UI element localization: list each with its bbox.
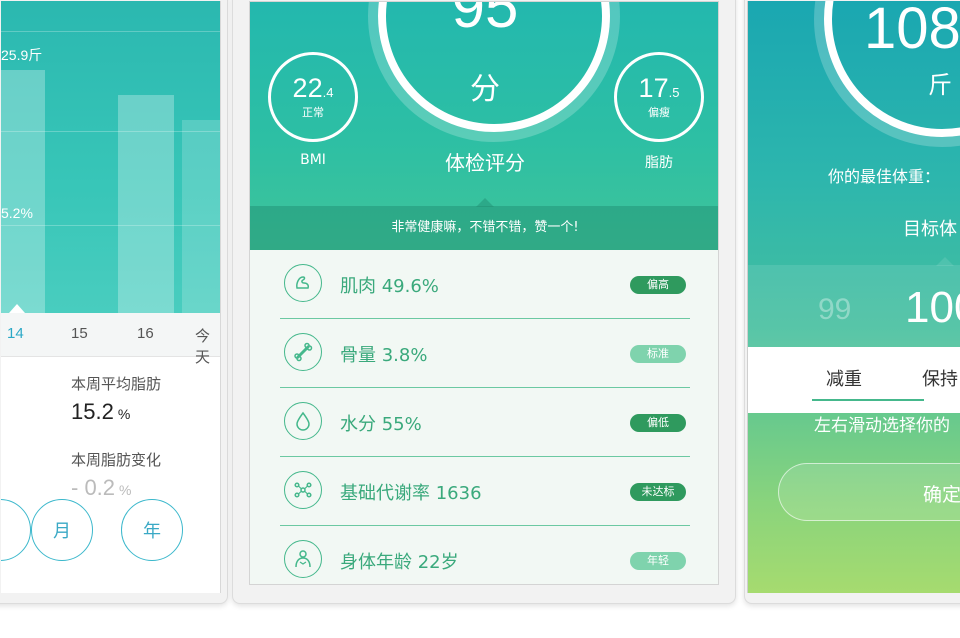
metric-row[interactable]: 身体年龄 22岁 年轻 xyxy=(280,526,690,584)
fat-change-label: 本周脂肪变化 xyxy=(71,451,162,469)
water-drop-icon xyxy=(284,402,322,440)
chart-bar[interactable] xyxy=(182,120,220,313)
confirm-button-label: 确定 xyxy=(923,484,960,506)
metric-text: 肌肉 49.6% xyxy=(340,276,439,297)
chart-percent-label: 5.2% xyxy=(1,205,33,221)
fat-int: 17 xyxy=(638,73,669,103)
metric-row[interactable]: 骨量 3.8% 标准 xyxy=(280,319,690,388)
bmi-ring[interactable]: 22.4 正常 xyxy=(268,52,358,142)
metric-badge: 标准 xyxy=(630,345,686,363)
avg-fat-value: 15.2% xyxy=(71,399,130,425)
metric-badge: 偏低 xyxy=(630,414,686,432)
bmi-status: 正常 xyxy=(302,106,324,119)
metric-row[interactable]: 基础代谢率 1636 未达标 xyxy=(280,457,690,526)
fat-status: 偏瘦 xyxy=(648,106,670,119)
chart-bar[interactable] xyxy=(1,70,45,313)
avg-fat-label: 本周平均脂肪 xyxy=(71,375,162,393)
fat-trend-screen: 25.9斤 5.2% 14 15 16 今天 本周平均脂肪 15.2% 本周脂肪… xyxy=(1,1,221,593)
body-check-screen: 95 分 22.4 正常 BMI 17.5 偏瘦 脂肪 体检评分 非常健康嘛，不… xyxy=(249,1,719,585)
app-showcase: 25.9斤 5.2% 14 15 16 今天 本周平均脂肪 15.2% 本周脂肪… xyxy=(0,0,960,638)
metric-text: 水分 55% xyxy=(340,414,422,435)
scale-value-selected: 100 xyxy=(905,283,960,332)
day-tab[interactable]: 今天 xyxy=(195,325,220,367)
metric-badge: 偏高 xyxy=(630,276,686,294)
bone-icon xyxy=(284,333,322,371)
selected-day-pointer xyxy=(9,304,25,313)
bmi-int: 22 xyxy=(292,73,323,103)
muscle-icon xyxy=(284,264,322,302)
fat-value: 17.5 xyxy=(617,73,701,104)
target-weight-label: 目标体 xyxy=(903,219,957,240)
day-axis: 14 15 16 今天 xyxy=(1,313,220,366)
fat-ring[interactable]: 17.5 偏瘦 xyxy=(614,52,704,142)
fat-change-value: - 0.2% xyxy=(71,475,131,501)
avg-fat-number: 15.2 xyxy=(71,399,114,424)
metric-row[interactable]: 肌肉 49.6% 偏高 xyxy=(280,250,690,319)
period-button-year[interactable]: 年 xyxy=(121,499,183,561)
tab-lose-weight[interactable]: 减重 xyxy=(826,365,862,391)
fat-decimal: .5 xyxy=(668,85,680,100)
left-phone-frame: 25.9斤 5.2% 14 15 16 今天 本周平均脂肪 15.2% 本周脂肪… xyxy=(0,0,228,604)
metric-text: 身体年龄 22岁 xyxy=(340,552,459,573)
scale-value-faint: 99 xyxy=(818,293,852,326)
goal-tabs: 减重 保持 xyxy=(748,347,960,413)
day-tab-active[interactable]: 14 xyxy=(7,325,24,342)
weight-value: 108 xyxy=(864,1,960,61)
health-banner: 非常健康嘛，不错不错，赞一个! xyxy=(250,206,718,250)
score-title: 体检评分 xyxy=(445,151,525,175)
best-weight-label: 你的最佳体重： xyxy=(828,167,941,186)
period-button-month[interactable]: 月 xyxy=(31,499,93,561)
avg-fat-unit: % xyxy=(117,406,131,422)
period-button-week[interactable] xyxy=(1,499,31,561)
score-header: 95 分 22.4 正常 BMI 17.5 偏瘦 脂肪 体检评分 非常健康嘛，不… xyxy=(250,1,718,250)
metabolism-icon xyxy=(284,471,322,509)
fat-change-unit: % xyxy=(119,482,132,498)
fat-trend-chart: 25.9斤 5.2% xyxy=(1,1,220,313)
weight-unit: 斤 xyxy=(928,71,952,99)
grid-line xyxy=(1,31,220,32)
metric-text: 骨量 3.8% xyxy=(340,345,428,366)
target-weight-screen: 108 斤 你的最佳体重： 目标体 99 100 减重 保持 左右滑动选择你的 … xyxy=(747,1,960,593)
metric-row[interactable]: 水分 55% 偏低 xyxy=(280,388,690,457)
bmi-value: 22.4 xyxy=(271,73,355,104)
metric-badge: 未达标 xyxy=(630,483,686,501)
metric-badge: 年轻 xyxy=(630,552,686,570)
swipe-hint: 左右滑动选择你的 xyxy=(814,416,950,436)
bmi-decimal: .4 xyxy=(322,85,334,100)
chart-bar[interactable] xyxy=(118,95,174,313)
score-value: 95 xyxy=(451,1,519,40)
confirm-button[interactable]: 确定 xyxy=(778,463,960,521)
body-age-icon xyxy=(284,540,322,578)
day-tab[interactable]: 15 xyxy=(71,325,88,342)
middle-phone-frame: 95 分 22.4 正常 BMI 17.5 偏瘦 脂肪 体检评分 非常健康嘛，不… xyxy=(232,0,736,604)
chart-value-label: 25.9斤 xyxy=(1,47,43,63)
right-phone-frame: 108 斤 你的最佳体重： 目标体 99 100 减重 保持 左右滑动选择你的 … xyxy=(744,0,960,604)
metric-text: 基础代谢率 1636 xyxy=(340,483,482,504)
day-tab[interactable]: 16 xyxy=(137,325,154,342)
fat-change-number: - 0.2 xyxy=(71,475,116,500)
active-tab-underline xyxy=(812,399,924,401)
tab-maintain[interactable]: 保持 xyxy=(922,365,958,391)
